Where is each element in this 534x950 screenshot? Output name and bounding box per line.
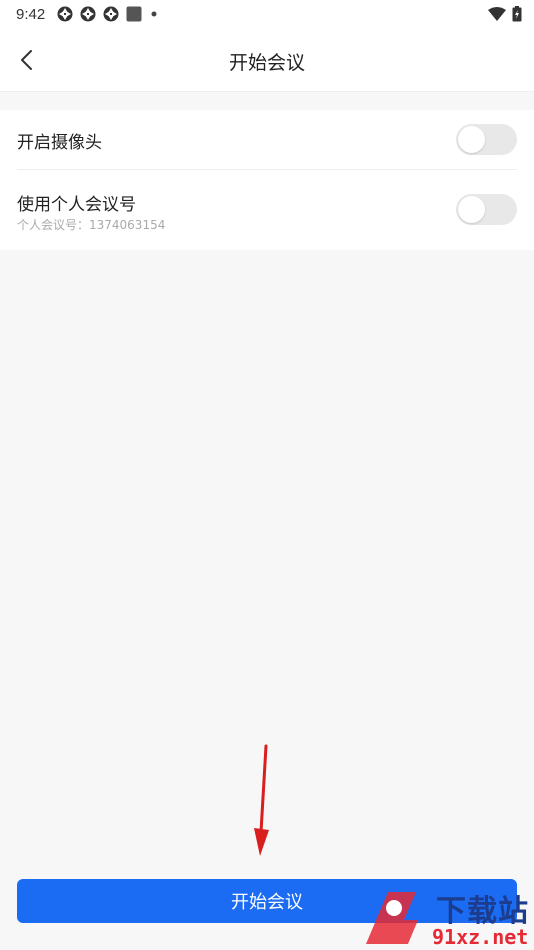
page-title: 开始会议	[228, 52, 305, 74]
aperture-icon	[57, 6, 73, 22]
watermark-text: 下载站	[436, 894, 529, 929]
nav-bar: 开始会议	[0, 28, 534, 92]
system-icons	[488, 6, 522, 22]
toggle-knob	[458, 196, 485, 223]
status-bar: 9:42	[0, 0, 534, 28]
app-screen: 9:42 开始会议 开启摄像头 使用个人会议号 个人会议号：1374063154…	[0, 0, 534, 950]
personal-meeting-label: 使用个人会议号	[17, 195, 136, 215]
toggle-knob	[458, 126, 485, 153]
camera-row: 开启摄像头	[17, 110, 517, 170]
notification-icons	[57, 6, 159, 22]
annotation-arrow	[254, 744, 269, 856]
dot-icon	[151, 11, 157, 17]
aperture-icon	[103, 6, 119, 22]
personal-meeting-toggle[interactable]	[456, 194, 517, 225]
settings-list: 开启摄像头 使用个人会议号 个人会议号：1374063154	[0, 110, 534, 250]
status-time: 9:42	[16, 5, 46, 23]
personal-meeting-number: 个人会议号：1374063154	[17, 218, 166, 232]
battery-icon	[512, 6, 522, 22]
wifi-icon	[488, 7, 506, 21]
personal-meeting-row: 使用个人会议号 个人会议号：1374063154	[17, 170, 517, 250]
start-meeting-label: 开始会议	[231, 892, 303, 913]
watermark-url: 91xz.net	[432, 925, 529, 949]
camera-label: 开启摄像头	[17, 133, 102, 153]
aperture-icon	[80, 6, 96, 22]
camera-toggle[interactable]	[456, 124, 517, 155]
square-icon	[126, 6, 142, 22]
